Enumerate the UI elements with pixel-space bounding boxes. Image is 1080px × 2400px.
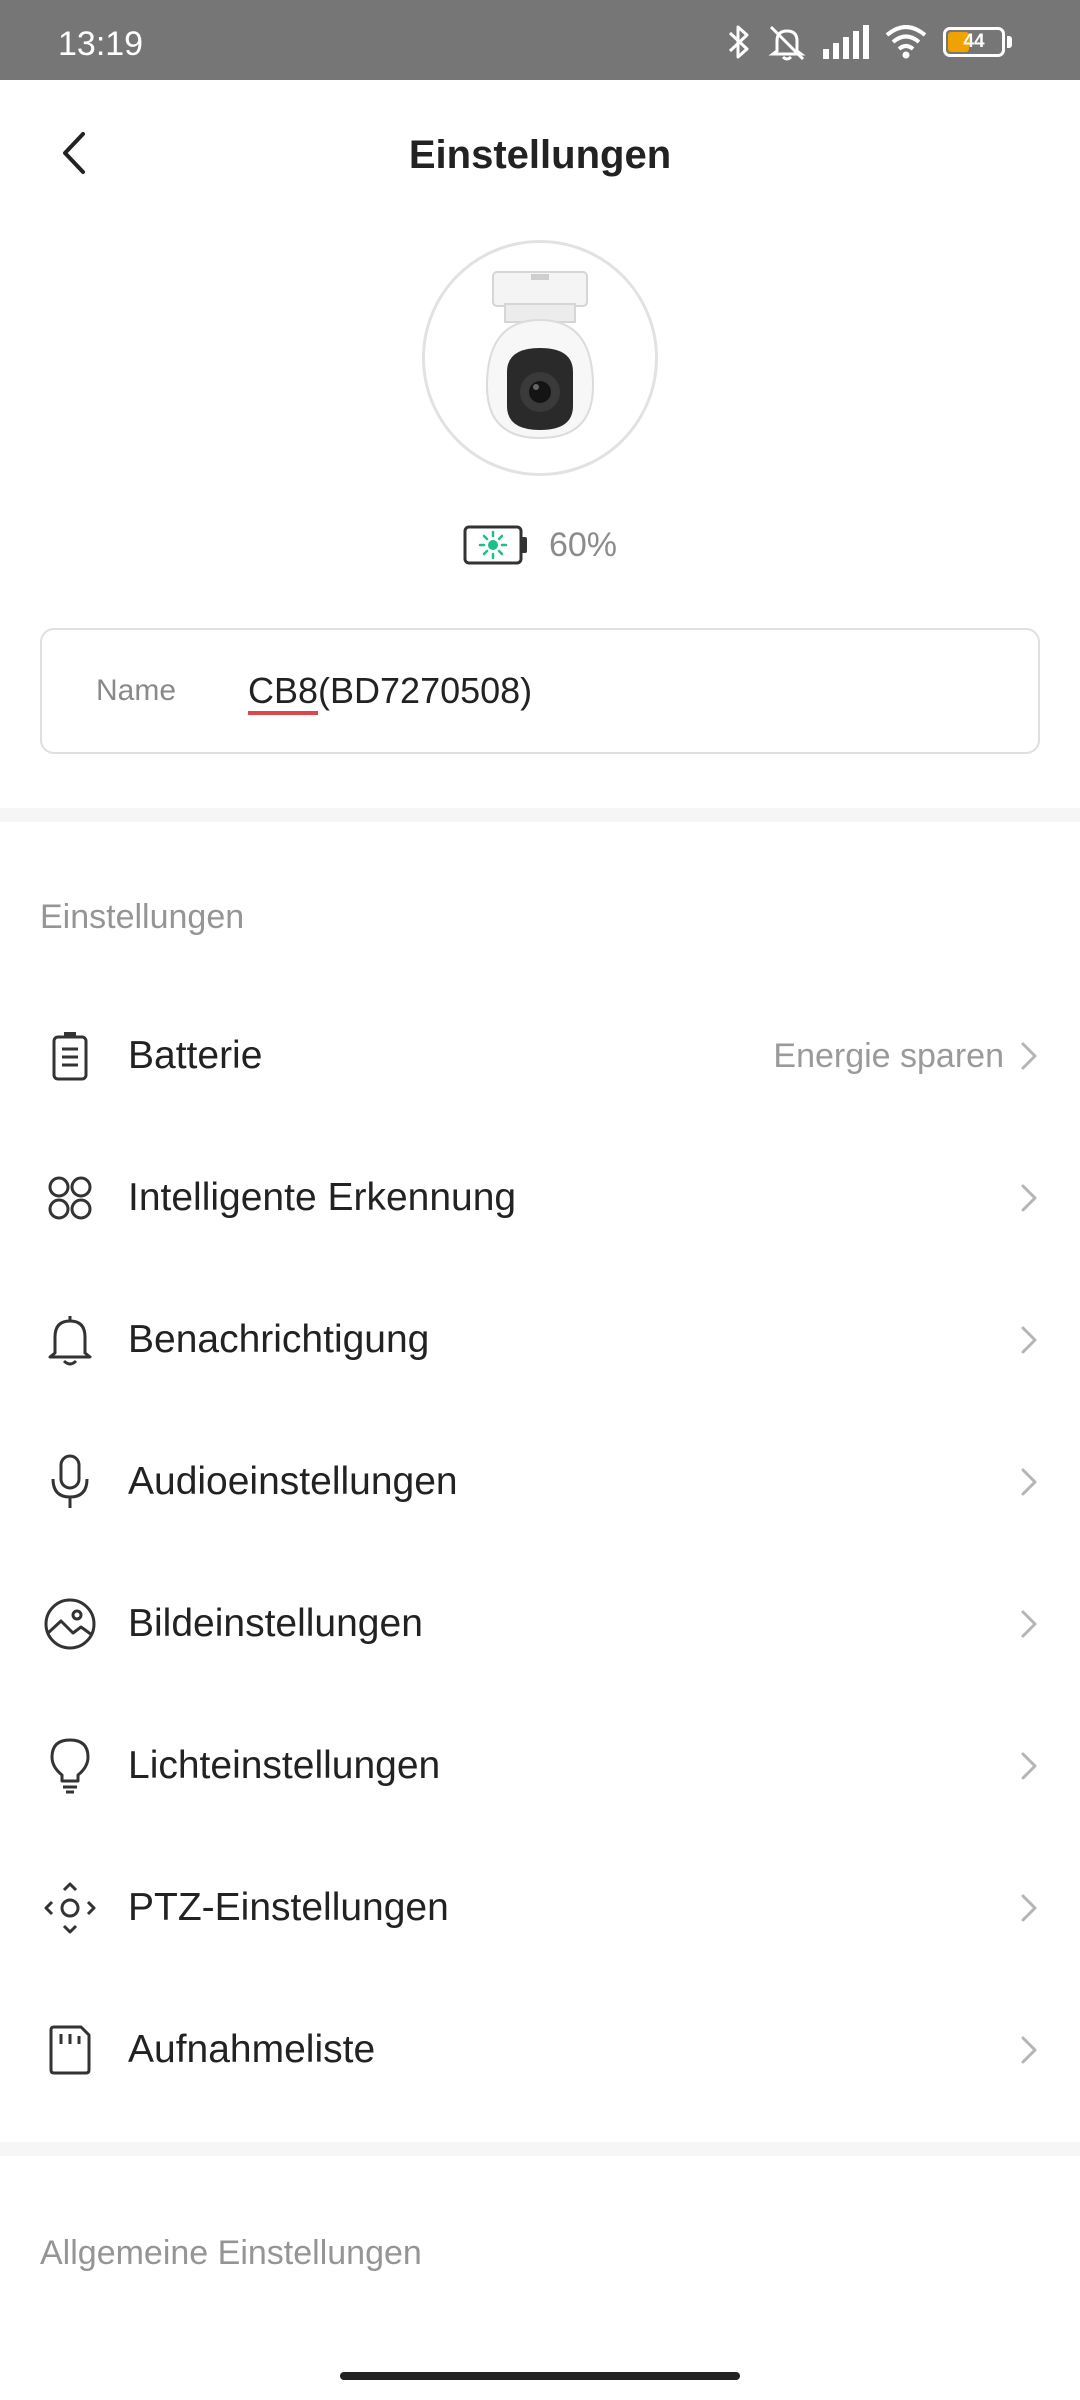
camera-avatar[interactable] <box>422 240 658 476</box>
battery-charging-icon <box>463 525 527 565</box>
name-label: Name <box>96 674 177 707</box>
battery-nub <box>1007 36 1012 48</box>
settings-row-value: Energie sparen <box>773 1036 1004 1075</box>
settings-row-batterie[interactable]: Batterie Energie sparen <box>0 985 1080 1127</box>
settings-row-label: Intelligente Erkennung <box>128 1176 517 1219</box>
settings-row-label: Aufnahmeliste <box>128 2028 376 2071</box>
settings-row-ptz-einstellungen[interactable]: PTZ-Einstellungen <box>0 1837 1080 1979</box>
settings-row-audioeinstellungen[interactable]: Audioeinstellungen <box>0 1411 1080 1553</box>
device-battery: 60% <box>0 525 1080 565</box>
name-value-suffix: (BD7270508) <box>318 670 533 711</box>
settings-row-label: Benachrichtigung <box>128 1318 430 1361</box>
camera-image <box>485 271 595 440</box>
settings-row-benachrichtigung[interactable]: Benachrichtigung <box>0 1269 1080 1411</box>
name-value-prefix: CB8 <box>248 670 319 711</box>
ptz-icon <box>40 1878 100 1938</box>
battery-icon <box>40 1026 100 1086</box>
image-icon <box>40 1594 100 1654</box>
general-section-title: Allgemeine Einstellungen <box>40 2234 422 2272</box>
microphone-icon <box>40 1452 100 1512</box>
device-name-field[interactable]: Name CB8(BD7270508) <box>40 628 1040 754</box>
settings-row-bildeinstellungen[interactable]: Bildeinstellungen <box>0 1553 1080 1695</box>
lightbulb-icon <box>40 1736 100 1796</box>
sd-card-icon <box>40 2020 100 2080</box>
settings-row-aufnahmeliste[interactable]: Aufnahmeliste <box>0 1979 1080 2121</box>
chevron-right-icon <box>1014 1178 1044 1218</box>
section-divider <box>0 2142 1080 2156</box>
grid-circles-icon <box>40 1168 100 1228</box>
status-icons: 44 <box>727 22 1012 62</box>
name-value[interactable]: CB8(BD7270508) <box>248 670 532 712</box>
chevron-right-icon <box>1014 1746 1044 1786</box>
wifi-icon <box>885 25 927 59</box>
settings-row-intelligente-erkennung[interactable]: Intelligente Erkennung <box>0 1127 1080 1269</box>
bell-icon <box>40 1310 100 1370</box>
battery-icon: 44 <box>943 27 1005 57</box>
status-bar: 13:19 44 <box>0 0 1080 80</box>
chevron-right-icon <box>1014 1604 1044 1644</box>
settings-row-label: Lichteinstellungen <box>128 1744 441 1787</box>
settings-row-label: PTZ-Einstellungen <box>128 1886 449 1929</box>
page-title: Einstellungen <box>408 133 672 177</box>
settings-section-title: Einstellungen <box>40 898 245 936</box>
settings-row-label: Audioeinstellungen <box>128 1460 458 1503</box>
battery-level-text: 44 <box>963 31 985 52</box>
chevron-right-icon <box>1014 1888 1044 1928</box>
home-indicator[interactable] <box>340 2372 740 2380</box>
bluetooth-icon <box>727 23 751 61</box>
chevron-right-icon <box>1014 1320 1044 1360</box>
settings-row-lichteinstellungen[interactable]: Lichteinstellungen <box>0 1695 1080 1837</box>
settings-row-label: Batterie <box>128 1034 263 1077</box>
signal-icon <box>823 25 869 59</box>
status-time: 13:19 <box>58 25 144 63</box>
settings-row-label: Bildeinstellungen <box>128 1602 423 1645</box>
device-battery-percent: 60% <box>548 525 618 564</box>
chevron-right-icon <box>1014 1462 1044 1502</box>
mute-icon <box>767 23 807 61</box>
chevron-right-icon <box>1014 1036 1044 1076</box>
section-divider <box>0 808 1080 822</box>
chevron-right-icon <box>1014 2030 1044 2070</box>
